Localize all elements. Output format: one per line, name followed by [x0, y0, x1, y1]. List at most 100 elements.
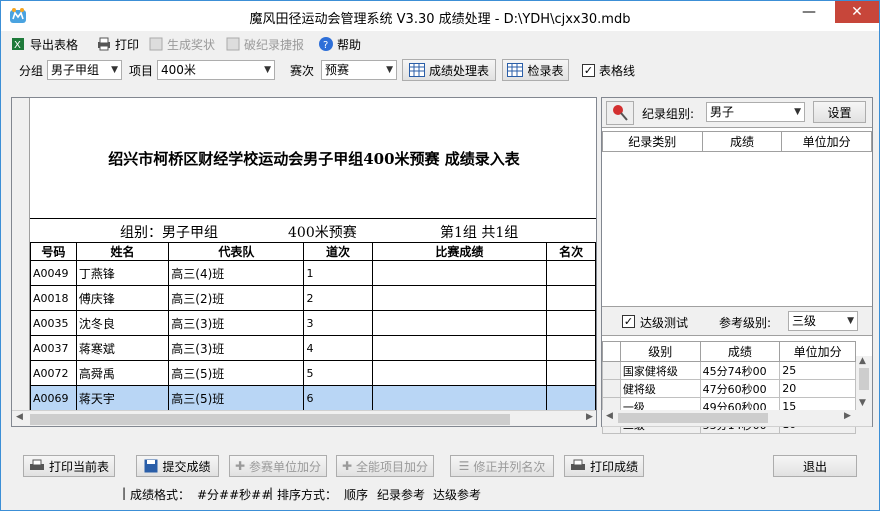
cell-rank[interactable] — [546, 385, 596, 411]
chevron-down-icon: ▼ — [386, 65, 393, 75]
help-button[interactable]: ? 帮助 — [318, 35, 361, 53]
scrollbar-thumb[interactable] — [859, 368, 869, 390]
submit-results-button[interactable]: 提交成绩 — [136, 455, 219, 477]
cell-team[interactable]: 高三(4)班 — [168, 260, 305, 286]
cell-result[interactable] — [371, 285, 548, 311]
cell-name[interactable]: 蒋天宇 — [75, 385, 170, 411]
ref-level-select[interactable]: 三级 ▼ — [788, 311, 858, 331]
cell-result[interactable] — [371, 385, 548, 411]
level-vertical-scrollbar[interactable]: ▲ ▼ — [856, 356, 872, 411]
print-current-button[interactable]: 打印当前表 — [23, 455, 115, 477]
cell-team[interactable]: 高三(3)班 — [168, 310, 305, 336]
unit-points-button[interactable]: ✚ 参赛单位加分 — [229, 455, 327, 477]
svg-text:X: X — [14, 40, 21, 51]
scroll-right-icon[interactable]: ▶ — [586, 412, 593, 422]
help-icon: ? — [319, 37, 333, 51]
process-table-button[interactable]: 成绩处理表 — [402, 59, 496, 81]
cell-points[interactable]: 20 — [779, 379, 856, 398]
level-horizontal-scrollbar[interactable]: ◀ ▶ — [602, 410, 872, 426]
cell-no[interactable]: A0049 — [30, 260, 77, 286]
scroll-left-icon[interactable]: ◀ — [16, 412, 23, 422]
exit-button[interactable]: 退出 — [773, 455, 857, 477]
cell-level[interactable]: 国家健将级 — [619, 361, 701, 380]
print-results-button[interactable]: 打印成绩 — [564, 455, 644, 477]
settings-button[interactable]: 设置 — [813, 101, 866, 123]
table-header-row: 号码 姓名 代表队 道次 比赛成绩 名次 — [30, 242, 596, 261]
print-button[interactable]: 打印 — [96, 35, 139, 53]
minimize-button[interactable]: — — [795, 1, 823, 23]
cell-name[interactable]: 高舜禹 — [75, 360, 170, 386]
check-table-button[interactable]: 检录表 — [502, 59, 569, 81]
level-test-checkbox[interactable]: ✓ — [622, 315, 635, 328]
cell-lane[interactable]: 4 — [303, 335, 373, 361]
cell-lane[interactable]: 1 — [303, 260, 373, 286]
cell-no[interactable]: A0072 — [30, 360, 77, 386]
scrollbar-thumb[interactable] — [30, 414, 510, 425]
cell-result[interactable] — [371, 335, 548, 361]
printer-icon — [98, 37, 110, 51]
chevron-down-icon: ▼ — [847, 316, 854, 326]
scroll-down-icon[interactable]: ▼ — [859, 398, 866, 408]
cell-result[interactable] — [371, 260, 548, 286]
scroll-right-icon[interactable]: ▶ — [844, 411, 851, 421]
cell-name[interactable]: 蒋寒斌 — [75, 335, 170, 361]
row-gutter-cell — [602, 361, 621, 380]
round-select[interactable]: 预赛 ▼ — [321, 60, 397, 80]
cell-no[interactable]: A0069 — [30, 385, 77, 411]
fix-rank-button[interactable]: ☰ 修正并列名次 — [450, 455, 554, 477]
cell-no[interactable]: A0018 — [30, 285, 77, 311]
group-select[interactable]: 男子甲组 ▼ — [47, 60, 122, 80]
table-row[interactable]: A0049 丁燕锋 高三(4)班 1 — [30, 260, 596, 286]
close-button[interactable]: ✕ — [835, 1, 879, 23]
export-table-button[interactable]: X 导出表格 — [11, 35, 78, 53]
event-select[interactable]: 400米 ▼ — [157, 60, 275, 80]
check-table-label: 检录表 — [527, 63, 564, 78]
cell-rank[interactable] — [546, 335, 596, 361]
cell-team[interactable]: 高三(2)班 — [168, 285, 305, 311]
cell-result[interactable]: 45分74秒00 — [699, 361, 781, 380]
cell-result[interactable]: 47分60秒00 — [699, 379, 781, 398]
allround-points-button[interactable]: ✚ 全能项目加分 — [336, 455, 434, 477]
cell-points[interactable]: 25 — [779, 361, 856, 380]
cell-name[interactable]: 沈冬良 — [75, 310, 170, 336]
cell-no[interactable]: A0037 — [30, 335, 77, 361]
cell-rank[interactable] — [546, 360, 596, 386]
table-row[interactable]: A0037 蒋寒斌 高三(3)班 4 — [30, 335, 596, 361]
group-label: 分组 — [19, 64, 44, 78]
cell-result[interactable] — [371, 310, 548, 336]
cell-lane[interactable]: 6 — [303, 385, 373, 411]
scroll-up-icon[interactable]: ▲ — [859, 356, 866, 366]
table-row[interactable]: A0035 沈冬良 高三(3)班 3 — [30, 310, 596, 336]
cell-lane[interactable]: 5 — [303, 360, 373, 386]
table-row[interactable]: 国家健将级 45分74秒00 25 — [602, 361, 856, 380]
cell-rank[interactable] — [546, 260, 596, 286]
table-row[interactable]: 健将级 47分60秒00 20 — [602, 379, 856, 398]
column-header: 道次 — [303, 242, 373, 261]
cell-team[interactable]: 高三(3)班 — [168, 335, 305, 361]
record-news-button[interactable]: 破纪录捷报 — [225, 35, 304, 53]
table-row[interactable]: A0072 高舜禹 高三(5)班 5 — [30, 360, 596, 386]
status-bar: | 成绩格式： #分##秒## | 排序方式： 顺序 纪录参考 达级参考 — [1, 485, 879, 503]
cell-team[interactable]: 高三(5)班 — [168, 360, 305, 386]
table-row[interactable]: A0069 蒋天宇 高三(5)班 6 — [30, 385, 596, 411]
cell-result[interactable] — [371, 360, 548, 386]
table-row[interactable]: A0018 傅庆锋 高三(2)班 2 — [30, 285, 596, 311]
scrollbar-thumb[interactable] — [618, 413, 768, 423]
cell-rank[interactable] — [546, 285, 596, 311]
cell-name[interactable]: 丁燕锋 — [75, 260, 170, 286]
cell-team[interactable]: 高三(5)班 — [168, 385, 305, 411]
cell-no[interactable]: A0035 — [30, 310, 77, 336]
sort-value-sequence: 顺序 — [344, 488, 369, 502]
cell-lane[interactable]: 2 — [303, 285, 373, 311]
gridlines-checkbox[interactable]: ✓ — [582, 64, 595, 77]
cell-name[interactable]: 傅庆锋 — [75, 285, 170, 311]
pin-button[interactable] — [606, 101, 634, 125]
exit-label: 退出 — [802, 459, 827, 474]
cell-level[interactable]: 健将级 — [619, 379, 701, 398]
horizontal-scrollbar[interactable]: ◀ ▶ — [12, 410, 596, 426]
record-group-select[interactable]: 男子 ▼ — [706, 102, 805, 122]
cell-rank[interactable] — [546, 310, 596, 336]
generate-award-button[interactable]: 生成奖状 — [148, 35, 215, 53]
cell-lane[interactable]: 3 — [303, 310, 373, 336]
scroll-left-icon[interactable]: ◀ — [606, 411, 613, 421]
